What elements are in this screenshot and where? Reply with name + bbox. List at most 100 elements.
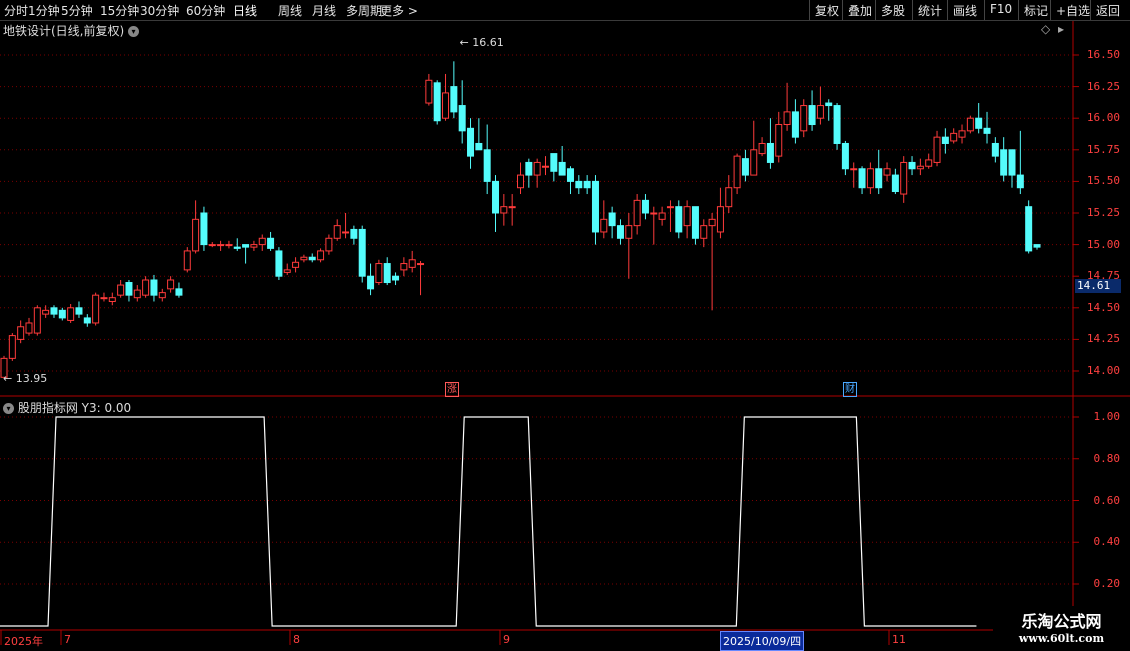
chevron-down-icon[interactable]: ▾: [3, 403, 14, 414]
candle-body: [750, 149, 758, 176]
tool-button-5[interactable]: F10: [990, 2, 1012, 16]
period-tab-0[interactable]: 分时: [4, 2, 28, 19]
candle-body: [500, 206, 508, 214]
current-price-tag: 14.61: [1075, 279, 1121, 293]
candle-body: [442, 92, 450, 119]
price-tick-label: 16.00: [1086, 111, 1120, 125]
rise-badge[interactable]: 涨: [445, 382, 459, 397]
candle-body: [975, 117, 983, 129]
price-tick-label: 14.00: [1086, 364, 1120, 377]
period-tab-2[interactable]: 5分钟: [61, 2, 93, 19]
tool-button-8[interactable]: 返回: [1096, 2, 1120, 19]
candle-body: [217, 244, 225, 247]
candle-body: [258, 237, 266, 246]
period-tab-9[interactable]: 多周期: [346, 2, 382, 19]
candle-body: [991, 142, 999, 157]
candle-body: [741, 158, 749, 176]
chevron-down-icon[interactable]: ▾: [128, 26, 140, 37]
tool-button-6[interactable]: 标记: [1024, 2, 1048, 19]
candle-body: [283, 269, 291, 273]
candle-body: [317, 250, 325, 261]
period-tab-4[interactable]: 30分钟: [140, 2, 179, 19]
tool-button-0[interactable]: 复权: [815, 2, 839, 19]
period-toolbar: 分时 1分钟 5分钟 15分钟 30分钟 60分钟 日线 周线 月线 多周期 更多 > 复权 叠加 多股…: [0, 0, 1130, 21]
candle-body: [142, 279, 150, 296]
tool-button-7[interactable]: +自选: [1056, 2, 1090, 19]
period-tab-5[interactable]: 60分钟: [186, 2, 225, 19]
candle-body: [367, 275, 375, 290]
period-tab-8[interactable]: 月线: [312, 2, 336, 19]
candle-body: [641, 199, 649, 214]
candle-body: [691, 206, 699, 239]
candle-body: [633, 199, 641, 227]
candle-body: [83, 317, 91, 324]
tool-button-1[interactable]: 叠加: [848, 2, 872, 19]
candle-body: [125, 282, 133, 296]
candle-body: [600, 218, 608, 233]
candle-body: [167, 279, 175, 290]
period-tab-7[interactable]: 周线: [278, 2, 302, 19]
date-label: 2025年: [4, 635, 43, 648]
more-icon[interactable]: ▸: [1058, 22, 1064, 36]
candle-body: [1025, 206, 1033, 252]
candle-body: [92, 294, 100, 324]
candle-body: [25, 322, 33, 334]
candle-body: [342, 231, 350, 234]
toolbar-divider: [809, 0, 810, 20]
candle-body: [350, 228, 358, 239]
candle-body: [933, 136, 941, 163]
candle-body: [33, 307, 41, 334]
tool-button-2[interactable]: 多股: [881, 2, 905, 19]
candle-body: [517, 174, 524, 189]
candle-body: [150, 279, 158, 296]
candle-body: [816, 105, 824, 119]
period-tab-3[interactable]: 15分钟: [100, 2, 139, 19]
kline-chart[interactable]: ← 16.61 ← 13.95: [0, 0, 1130, 650]
candle-body: [233, 246, 241, 249]
date-label: 9: [503, 633, 510, 646]
low-price-label: ← 13.95: [3, 372, 47, 385]
candle-body: [858, 168, 866, 189]
candle-body: [508, 206, 516, 209]
candle-body: [183, 250, 191, 271]
candle-body: [841, 142, 849, 170]
toolbar-divider: [875, 0, 876, 20]
candle-body: [891, 174, 899, 193]
candle-body: [325, 237, 333, 252]
diamond-icon[interactable]: ◇: [1041, 22, 1050, 36]
period-tab-1[interactable]: 1分钟: [28, 2, 60, 19]
candle-body: [908, 161, 916, 170]
candle-body: [1016, 174, 1024, 189]
price-tick-label: 16.25: [1086, 79, 1120, 93]
price-tick-label: 14.50: [1086, 300, 1120, 314]
indicator-name: 股朋指标网 Y3: 0.00: [17, 401, 132, 415]
date-cursor: 2025/10/09/四: [720, 631, 805, 651]
finance-badge[interactable]: 财: [843, 382, 857, 397]
candle-body: [791, 111, 799, 138]
candle-body: [625, 225, 633, 239]
price-tick-label: 15.25: [1086, 206, 1120, 219]
high-price-label: ← 16.61: [460, 36, 504, 49]
period-tab-10[interactable]: 更多 >: [380, 2, 418, 19]
indicator-title: ▾ 股朋指标网 Y3: 0.00: [3, 399, 131, 416]
candle-body: [175, 288, 183, 296]
candle-body: [492, 180, 500, 214]
toolbar-divider: [1090, 0, 1091, 20]
indicator-tick-label: 0.20: [1093, 577, 1121, 590]
candle-body: [683, 206, 691, 227]
candle-body: [225, 244, 233, 247]
toolbar-divider: [912, 0, 913, 20]
candle-body: [616, 225, 624, 239]
period-tab-6[interactable]: 日线: [233, 2, 257, 19]
candle-body: [725, 187, 733, 208]
candle-body: [400, 263, 408, 271]
candle-body: [192, 218, 200, 252]
toolbar-divider: [1018, 0, 1019, 20]
candle-body: [450, 86, 458, 113]
tool-button-3[interactable]: 统计: [918, 2, 942, 19]
candle-body: [708, 218, 716, 227]
candle-body: [566, 168, 574, 182]
candle-body: [333, 225, 341, 239]
tool-button-4[interactable]: 画线: [953, 2, 977, 19]
candle-body: [950, 132, 958, 142]
